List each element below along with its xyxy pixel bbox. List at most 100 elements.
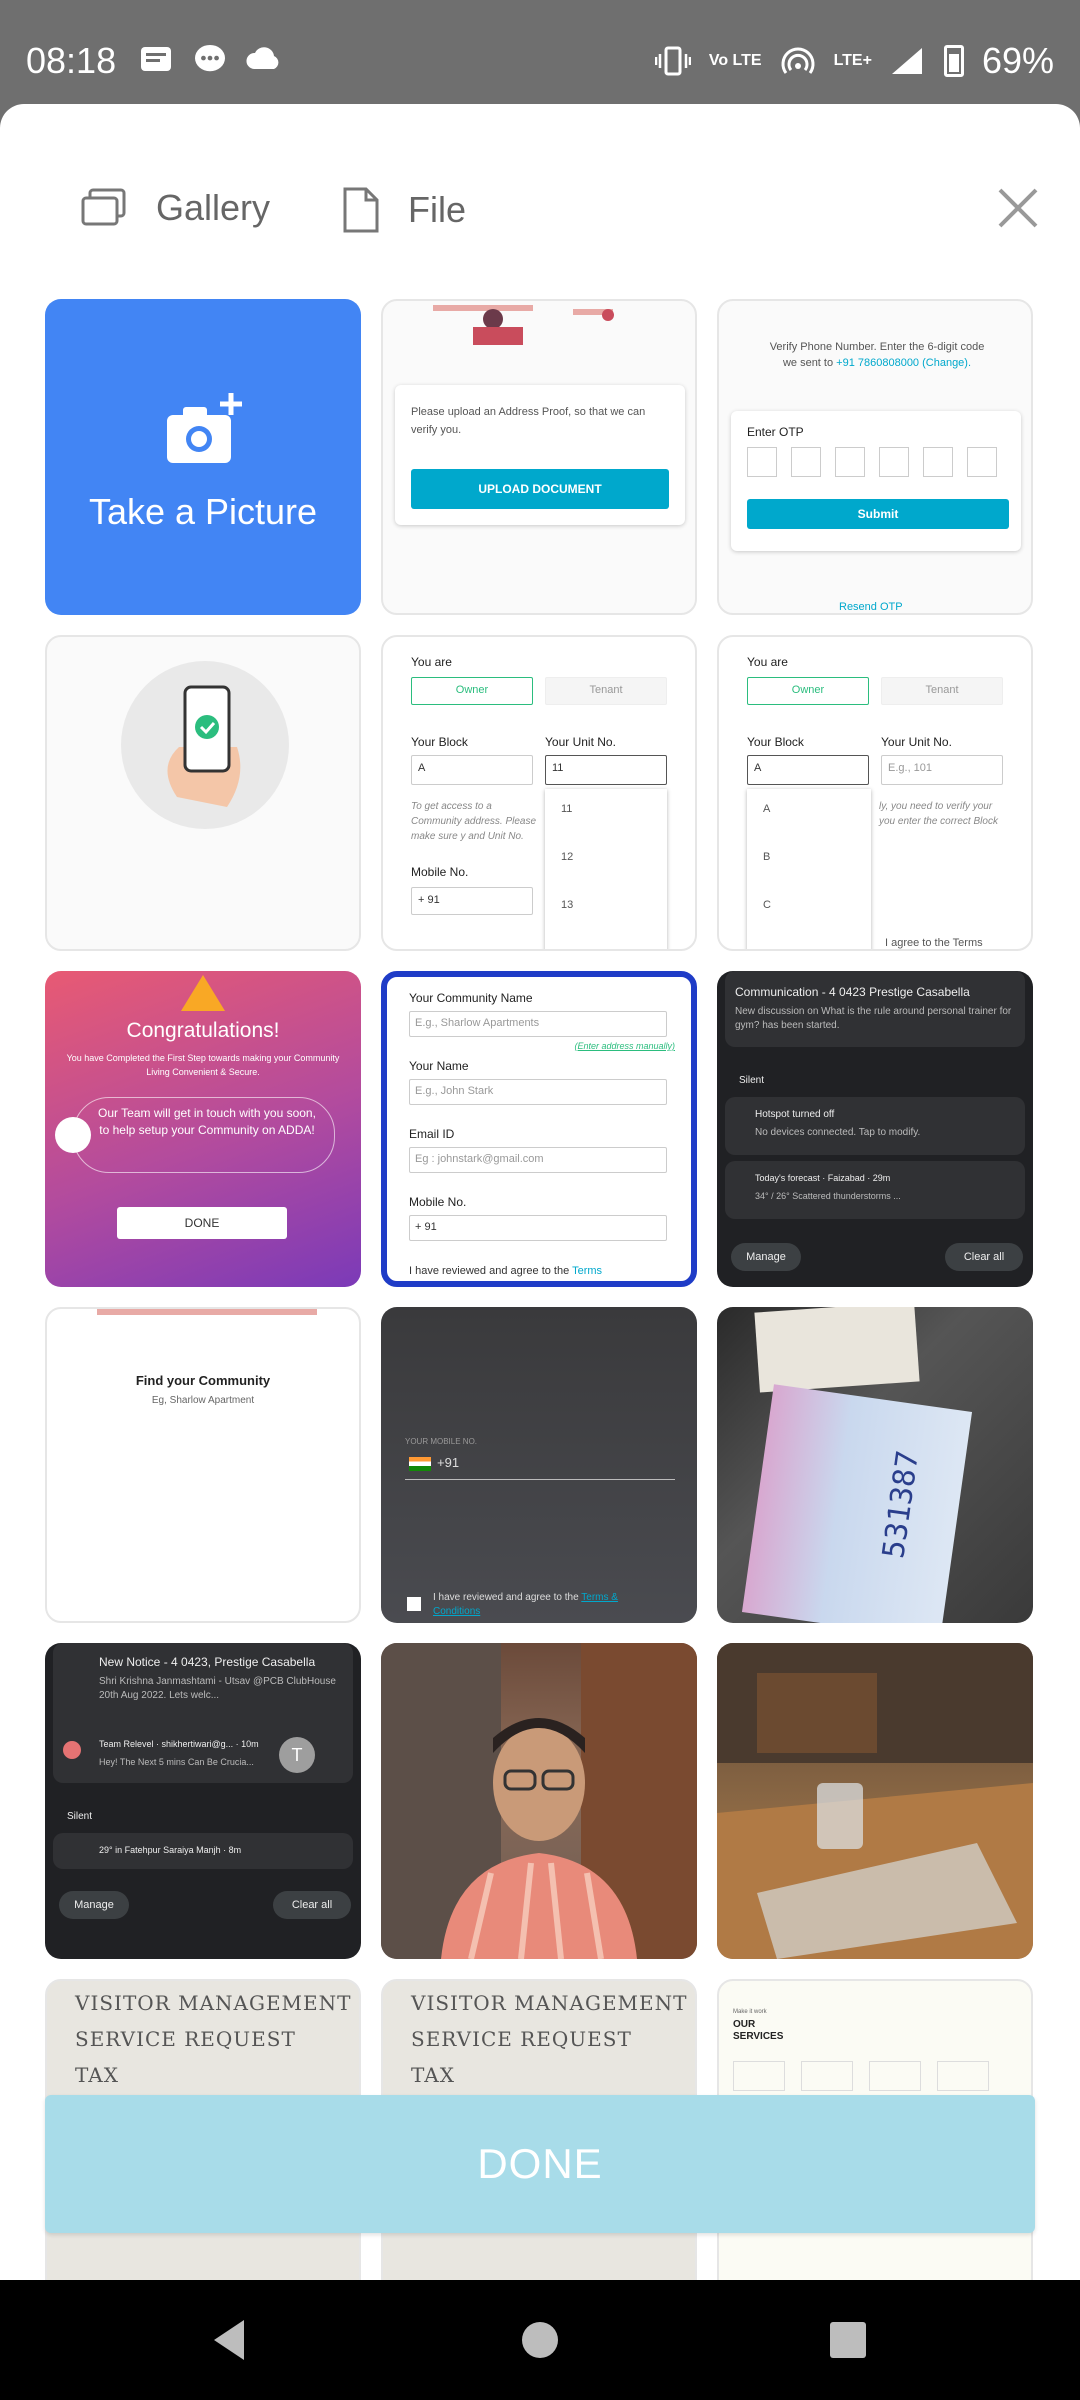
unit-dropdown: 11 12 13	[545, 789, 667, 949]
receipt-paper	[754, 1307, 920, 1393]
battery-percentage: 69%	[981, 40, 1054, 81]
unit-select: 11	[545, 755, 667, 785]
notification-body: New discussion on What is the rule aroun…	[735, 1006, 1012, 1031]
illustration-image	[433, 305, 614, 345]
you-are-label: You are	[411, 655, 452, 669]
mobile-label: Mobile No.	[409, 1195, 467, 1209]
party-popper-icon	[181, 975, 225, 1011]
block-dropdown: A B C	[747, 789, 871, 949]
note-line: TAX	[75, 2063, 119, 2087]
thumbnail-phone-illustration[interactable]	[45, 635, 361, 951]
tab-file[interactable]: File	[342, 186, 466, 234]
notification-title: Today's forecast · Faizabad · 29m	[755, 1173, 891, 1183]
thumbnail-find-community[interactable]: Find your Community Eg, Sharlow Apartmen…	[45, 1307, 361, 1623]
india-flag-icon	[409, 1457, 431, 1471]
volte-indicator: Vo LTE	[708, 52, 762, 69]
message-icon	[195, 44, 225, 72]
status-right-icons: Vo LTE LTE+ 69%	[654, 40, 1054, 82]
avatar	[55, 1117, 91, 1153]
unit-select: E.g., 101	[881, 755, 1003, 785]
otp-instructions: Verify Phone Number. Enter the 6-digit c…	[739, 339, 1015, 371]
tenant-option: Tenant	[881, 677, 1003, 705]
gallery-icon	[81, 188, 126, 226]
file-icon	[343, 187, 379, 233]
thumbnail-verify-otp[interactable]: Verify Phone Number. Enter the 6-digit c…	[717, 299, 1033, 615]
you-are-label: You are	[747, 655, 788, 669]
cloud-icon	[246, 47, 279, 69]
email-input: Eg : johnstark@gmail.com	[409, 1147, 667, 1173]
hint-text: ly, you need to verify your you enter th…	[879, 801, 998, 827]
block-label: Your Block	[747, 735, 804, 749]
phone-check-illustration	[121, 661, 289, 829]
agree-text: I have reviewed and agree to the	[433, 1592, 579, 1603]
thumbnail-notifications-2[interactable]: New Notice - 4 0423, Prestige Casabella …	[45, 1643, 361, 1959]
congrats-title: Congratulations!	[126, 1019, 280, 1042]
camera-add-icon	[167, 393, 242, 463]
note-line: VISITOR MANAGEMENT	[411, 1991, 688, 2015]
thumbnail-unit-select[interactable]: You are Owner Tenant Your Block Your Uni…	[381, 635, 697, 951]
upload-text: Please upload an Address Proof, so that …	[411, 406, 646, 436]
tenant-option: Tenant	[545, 677, 667, 705]
community-name-label: Your Community Name	[409, 991, 533, 1005]
name-label: Your Name	[409, 1059, 469, 1073]
notification-title: Hotspot turned off	[755, 1109, 835, 1120]
thumbnail-photo-receipt[interactable]: 531387	[717, 1307, 1033, 1623]
manage-button: Manage	[731, 1243, 801, 1271]
network-type: LTE+	[833, 52, 872, 69]
mobile-input: + 91	[409, 1215, 667, 1241]
take-picture-tile[interactable]: Take a Picture	[45, 299, 361, 615]
terms-link: Terms	[572, 1265, 603, 1277]
notification-body: Hey! The Next 5 mins Can Be Crucia...	[99, 1757, 254, 1767]
email-label: Email ID	[409, 1127, 455, 1141]
community-name-input: E.g., Sharlow Apartments	[409, 1011, 667, 1037]
manage-button: Manage	[59, 1891, 129, 1919]
find-community-title: Find your Community	[135, 1373, 271, 1388]
mobile-label: Mobile No.	[411, 865, 469, 879]
notification-body: No devices connected. Tap to modify.	[755, 1127, 921, 1138]
thumbnail-congratulations[interactable]: Congratulations! You have Completed the …	[45, 971, 361, 1287]
note-line: TAX	[411, 2063, 455, 2087]
services-kicker: Make it work	[733, 2009, 767, 2015]
notification-title: New Notice - 4 0423, Prestige Casabella	[99, 1655, 316, 1669]
enter-address-link: (Enter address manually)	[574, 1041, 675, 1051]
input-underline	[405, 1479, 675, 1480]
home-icon[interactable]	[514, 2314, 566, 2366]
done-button[interactable]: DONE	[45, 2095, 1035, 2233]
hint-text: To get access to a Community address. Pl…	[411, 801, 537, 842]
notification-body: Shri Krishna Janmashtami - Utsav @PCB Cl…	[99, 1676, 336, 1701]
thumbnail-block-select[interactable]: You are Owner Tenant Your Block Your Uni…	[717, 635, 1033, 951]
notes-icon	[141, 47, 171, 71]
block-select: A	[411, 755, 533, 785]
picker-sheet: Gallery File Take a Picture Please uploa…	[0, 104, 1080, 2295]
thumbnail-upload-document[interactable]: Please upload an Address Proof, so that …	[381, 299, 697, 615]
otp-card: Enter OTP Submit	[731, 411, 1021, 551]
notification-title: Communication - 4 0423 Prestige Casabell…	[735, 985, 970, 999]
clear-all-button: Clear all	[273, 1891, 351, 1919]
silent-label: Silent	[67, 1811, 93, 1822]
tab-gallery[interactable]: Gallery	[80, 186, 270, 230]
notification-body: 34° / 26° Scattered thunderstorms ...	[755, 1191, 901, 1201]
tab-file-label: File	[408, 189, 467, 230]
app-icon	[63, 1741, 81, 1759]
thumbnail-community-form[interactable]: Your Community Name E.g., Sharlow Apartm…	[381, 971, 697, 1287]
services-icons	[733, 2061, 989, 2091]
battery-icon	[943, 45, 964, 77]
back-icon[interactable]	[204, 2314, 256, 2366]
mobile-code: + 91	[411, 887, 533, 915]
notification-card: Hotspot turned off No devices connected.…	[725, 1097, 1025, 1155]
recents-icon[interactable]	[822, 2314, 874, 2366]
close-icon[interactable]	[994, 184, 1042, 232]
status-left-icons	[138, 44, 282, 74]
congrats-done-button: DONE	[117, 1207, 287, 1239]
vibrate-icon	[654, 46, 691, 76]
thumbnail-mobile-login[interactable]: YOUR MOBILE NO. +91 I have reviewed and …	[381, 1307, 697, 1623]
hotspot-icon	[781, 47, 815, 74]
navigation-bar	[0, 2280, 1080, 2400]
thumbnail-photo-selfie[interactable]	[381, 1643, 697, 1959]
thumbnail-photo-restaurant[interactable]	[717, 1643, 1033, 1959]
upload-card: Please upload an Address Proof, so that …	[395, 385, 685, 525]
mobile-label: YOUR MOBILE NO.	[405, 1437, 478, 1446]
services-title-2: SERVICES	[733, 2031, 784, 2042]
thumbnail-notifications-1[interactable]: Communication - 4 0423 Prestige Casabell…	[717, 971, 1033, 1287]
unit-label: Your Unit No.	[545, 735, 616, 749]
